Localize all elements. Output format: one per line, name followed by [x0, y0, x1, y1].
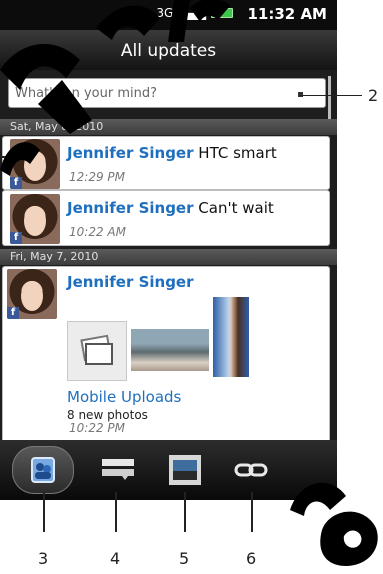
avatar[interactable]: f: [10, 194, 60, 244]
photo-thumbnail[interactable]: [131, 329, 209, 371]
post-text-line: Jennifer Singer HTC smart: [67, 144, 277, 162]
callout-line-6: [251, 492, 253, 532]
post-message: HTC smart: [198, 144, 277, 162]
avatar[interactable]: f: [10, 139, 60, 189]
people-icon: [31, 457, 55, 483]
callout-6: 6: [246, 549, 257, 568]
avatar-face: [21, 281, 43, 311]
post-text-line: Jennifer Singer Can't wait: [67, 199, 274, 217]
author-name[interactable]: Jennifer Singer: [67, 144, 194, 162]
album-icon[interactable]: [67, 321, 127, 381]
status-time: 11:32 AM: [247, 5, 327, 23]
feed-item[interactable]: f Jennifer Singer HTC smart 12:29 PM: [2, 136, 330, 190]
page-title: All updates: [120, 41, 217, 61]
photo-thumbnail[interactable]: [213, 297, 249, 377]
facebook-icon: f: [10, 177, 22, 189]
photo-count: 8 new photos: [67, 408, 148, 422]
callout-3: 3: [38, 549, 49, 568]
tab-all-updates[interactable]: [12, 446, 74, 494]
photo-thumbnails: [67, 297, 249, 381]
tab-status-updates[interactable]: [87, 446, 149, 494]
post-time: 12:29 PM: [69, 170, 125, 184]
callout-line-4: [115, 492, 117, 532]
callout-line-3: [43, 492, 45, 532]
avatar[interactable]: f: [7, 269, 57, 319]
tab-links[interactable]: [220, 446, 282, 494]
bottom-tab-bar: [0, 440, 337, 500]
battery-icon: [211, 8, 233, 18]
callout-line-2: [300, 95, 362, 96]
page-title-bar: All updates: [0, 30, 337, 70]
callout-4: 4: [110, 549, 121, 568]
facebook-icon: f: [7, 307, 19, 319]
post-message: Can't wait: [198, 199, 274, 217]
status-update-input[interactable]: What's on your mind?: [8, 78, 326, 108]
messages-icon: [102, 459, 134, 480]
link-icon: [234, 463, 268, 477]
facebook-icon: f: [10, 232, 22, 244]
status-update-text: What's on your mind?: [15, 86, 157, 101]
album-title[interactable]: Mobile Uploads: [67, 388, 181, 406]
callout-line-1: [0, 156, 12, 158]
network-type: 3G: [156, 6, 174, 20]
avatar-face: [24, 151, 46, 181]
post-time: 10:22 AM: [69, 225, 126, 239]
photos-icon: [169, 455, 201, 485]
author-name[interactable]: Jennifer Singer: [67, 273, 194, 291]
author-name[interactable]: Jennifer Singer: [67, 199, 194, 217]
date-divider: Sat, May 8, 2010: [0, 119, 337, 135]
phone-screen: 3G ▂▄▆ 11:32 AM All updates What's on yo…: [0, 0, 337, 500]
feed-item[interactable]: f Jennifer Singer Can't wait 10:22 AM: [2, 190, 330, 246]
avatar-face: [24, 206, 46, 236]
signal-icon: ▂▄▆: [178, 6, 206, 20]
callout-line-5: [184, 492, 186, 532]
callout-5: 5: [179, 549, 190, 568]
status-icons: 3G ▂▄▆: [156, 6, 233, 20]
scrollbar[interactable]: [328, 76, 331, 122]
tab-photos[interactable]: [155, 446, 217, 494]
status-bar: 3G ▂▄▆ 11:32 AM: [0, 0, 337, 30]
date-divider: Fri, May 7, 2010: [0, 249, 337, 265]
feed-item[interactable]: f Jennifer Singer Mobile Uploads 8 new p…: [2, 266, 330, 444]
callout-2: 2: [368, 86, 379, 105]
post-time: 10:22 PM: [69, 421, 125, 435]
post-text-line: Jennifer Singer: [67, 273, 194, 291]
